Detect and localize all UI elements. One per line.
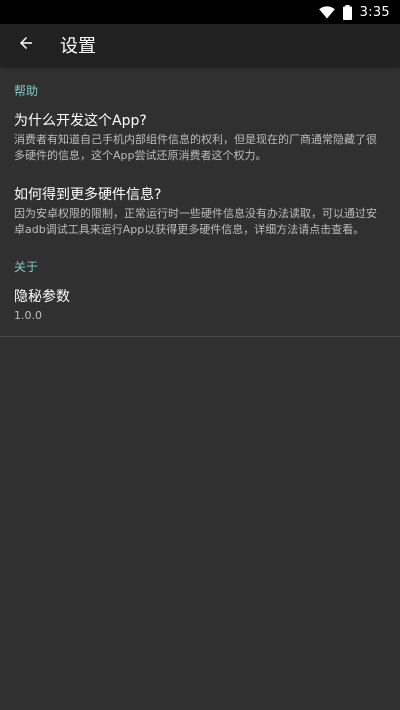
pref-item-summary: 1.0.0 xyxy=(14,309,42,322)
pref-item-hidden-params[interactable]: 隐秘参数 1.0.0 xyxy=(0,278,400,336)
settings-screen: 3:35 设置 帮助 为什么开发这个App? 消费者有知道自己手机内部组件信息的… xyxy=(0,0,400,710)
pref-item-why-develop[interactable]: 为什么开发这个App? 消费者有知道自己手机内部组件信息的权利，但是现在的厂商通… xyxy=(0,102,400,176)
pref-item-summary: 消费者有知道自己手机内部组件信息的权利，但是现在的厂商通常隐藏了很多硬件的信息，… xyxy=(14,133,377,162)
category-header-about: 关于 xyxy=(14,260,39,274)
pref-item-summary: 因为安卓权限的限制，正常运行时一些硬件信息没有办法读取，可以通过安卓adb调试工… xyxy=(14,207,377,236)
status-bar: 3:35 xyxy=(0,0,400,24)
status-time: 3:35 xyxy=(359,4,390,20)
back-button[interactable] xyxy=(12,31,40,59)
battery-icon xyxy=(342,4,352,20)
app-bar: 设置 xyxy=(0,24,400,66)
wifi-icon xyxy=(318,5,335,19)
category-header-help: 帮助 xyxy=(14,84,39,98)
arrow-left-icon xyxy=(17,34,35,56)
pref-item-title: 为什么开发这个App? xyxy=(14,113,147,129)
page-title: 设置 xyxy=(60,36,96,57)
list-divider xyxy=(0,336,400,337)
settings-list: 帮助 为什么开发这个App? 消费者有知道自己手机内部组件信息的权利，但是现在的… xyxy=(0,66,400,337)
pref-item-title: 隐秘参数 xyxy=(14,289,70,305)
pref-item-more-hardware-info[interactable]: 如何得到更多硬件信息? 因为安卓权限的限制，正常运行时一些硬件信息没有办法读取，… xyxy=(0,176,400,250)
pref-item-title: 如何得到更多硬件信息? xyxy=(14,187,162,203)
